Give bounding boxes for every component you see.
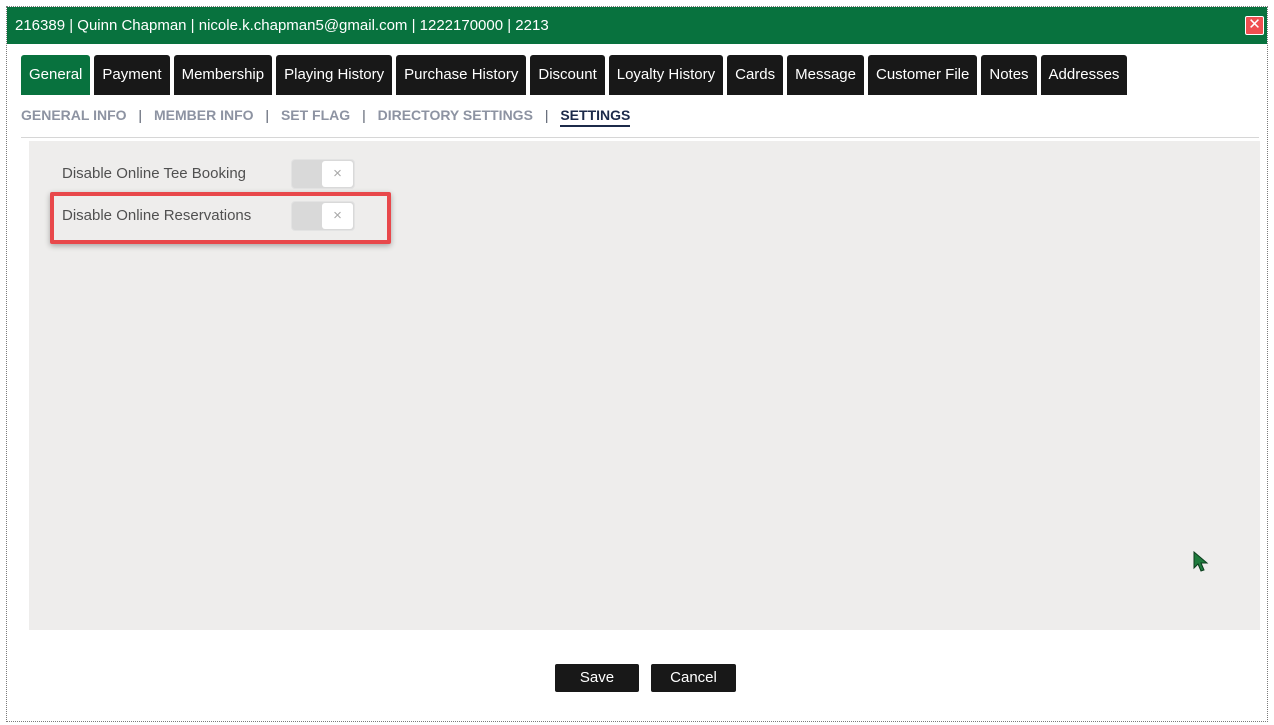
save-button[interactable]: Save bbox=[555, 664, 639, 692]
subnav-member-info[interactable]: MEMBER INFO bbox=[154, 107, 254, 123]
tab-message[interactable]: Message bbox=[787, 55, 864, 95]
tab-notes[interactable]: Notes bbox=[981, 55, 1037, 95]
highlight-box bbox=[50, 192, 391, 244]
close-icon[interactable]: ✕ bbox=[1245, 16, 1264, 35]
tab-payment[interactable]: Payment bbox=[94, 55, 170, 95]
tab-general[interactable]: General bbox=[21, 55, 91, 95]
subnav-set-flag[interactable]: SET FLAG bbox=[281, 107, 350, 123]
toggle-disable-online-tee-booking[interactable]: × bbox=[291, 159, 355, 189]
subnav-directory-settings[interactable]: DIRECTORY SETTINGS bbox=[378, 107, 533, 123]
subnav-general-info[interactable]: GENERAL INFO bbox=[21, 107, 127, 123]
tab-bar: General Payment Membership Playing Histo… bbox=[21, 55, 1128, 95]
tab-customer-file[interactable]: Customer File bbox=[868, 55, 978, 95]
tab-playing-history[interactable]: Playing History bbox=[276, 55, 393, 95]
subnav-divider bbox=[21, 137, 1259, 138]
subnav-separator: | bbox=[138, 107, 143, 123]
subnav-separator: | bbox=[265, 107, 270, 123]
tab-addresses[interactable]: Addresses bbox=[1040, 55, 1128, 95]
customer-dialog: 216389 | Quinn Chapman | nicole.k.chapma… bbox=[6, 6, 1268, 722]
tab-discount[interactable]: Discount bbox=[530, 55, 605, 95]
tab-purchase-history[interactable]: Purchase History bbox=[396, 55, 527, 95]
window-title: 216389 | Quinn Chapman | nicole.k.chapma… bbox=[15, 17, 549, 34]
tab-cards[interactable]: Cards bbox=[727, 55, 784, 95]
tab-loyalty-history[interactable]: Loyalty History bbox=[608, 55, 724, 95]
tab-membership[interactable]: Membership bbox=[173, 55, 273, 95]
x-icon: × bbox=[322, 161, 353, 187]
sub-navigation: GENERAL INFO | MEMBER INFO | SET FLAG | … bbox=[21, 107, 631, 127]
subnav-separator: | bbox=[544, 107, 549, 123]
setting-label-tee-booking: Disable Online Tee Booking bbox=[62, 165, 247, 182]
mouse-pointer-icon bbox=[1193, 551, 1209, 572]
cancel-button[interactable]: Cancel bbox=[651, 664, 736, 692]
subnav-separator: | bbox=[362, 107, 366, 123]
subnav-settings[interactable]: SETTINGS bbox=[560, 107, 631, 127]
title-bar: 216389 | Quinn Chapman | nicole.k.chapma… bbox=[7, 7, 1267, 44]
